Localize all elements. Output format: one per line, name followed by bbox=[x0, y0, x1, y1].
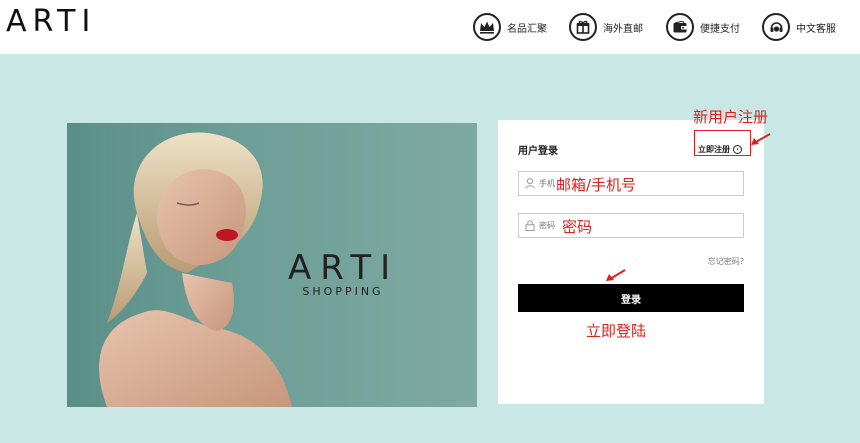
service-label: 海外直邮 bbox=[603, 23, 643, 35]
service-item-payment[interactable]: 便捷支付 bbox=[666, 10, 740, 44]
service-item-overseas[interactable]: 海外直邮 bbox=[569, 10, 643, 44]
service-label: 名品汇聚 bbox=[507, 23, 547, 35]
service-label: 中文客服 bbox=[796, 23, 836, 35]
annotation-new-user: 新用户注册 bbox=[693, 108, 769, 126]
crown-icon bbox=[473, 13, 501, 41]
annotation-password: 密码 bbox=[562, 218, 593, 236]
headset-icon bbox=[762, 13, 790, 41]
service-item-support[interactable]: 中文客服 bbox=[762, 10, 836, 44]
login-title: 用户登录 bbox=[518, 146, 558, 157]
service-label: 便捷支付 bbox=[700, 23, 740, 35]
model-portrait bbox=[99, 132, 292, 407]
user-icon bbox=[525, 178, 535, 189]
site-header: ARTI 名品汇聚 海外直邮 便捷支付 中文客服 bbox=[0, 0, 860, 54]
arrow-icon bbox=[751, 133, 771, 145]
annotation-email-phone: 邮箱/手机号 bbox=[556, 176, 637, 194]
hero-brand: ARTI SHOPPING bbox=[288, 249, 398, 298]
arrow-icon bbox=[606, 269, 626, 281]
forgot-password-link[interactable]: 忘记密码? bbox=[708, 256, 744, 267]
hero-brand-subtitle: SHOPPING bbox=[302, 285, 384, 298]
hero-banner: ARTI SHOPPING bbox=[67, 123, 477, 407]
login-panel: 用户登录 立即注册 › 忘记密码? 登录 bbox=[498, 120, 764, 404]
hero-brand-name: ARTI bbox=[288, 248, 400, 288]
gift-icon bbox=[569, 13, 597, 41]
login-button[interactable]: 登录 bbox=[518, 284, 744, 312]
service-item-brands[interactable]: 名品汇聚 bbox=[473, 10, 547, 44]
lock-icon bbox=[525, 220, 535, 231]
password-field[interactable] bbox=[518, 213, 744, 238]
site-logo[interactable]: ARTI bbox=[6, 4, 96, 39]
wallet-icon bbox=[666, 13, 694, 41]
annotation-highlight-box bbox=[694, 130, 751, 156]
annotation-login-now: 立即登陆 bbox=[586, 322, 647, 340]
